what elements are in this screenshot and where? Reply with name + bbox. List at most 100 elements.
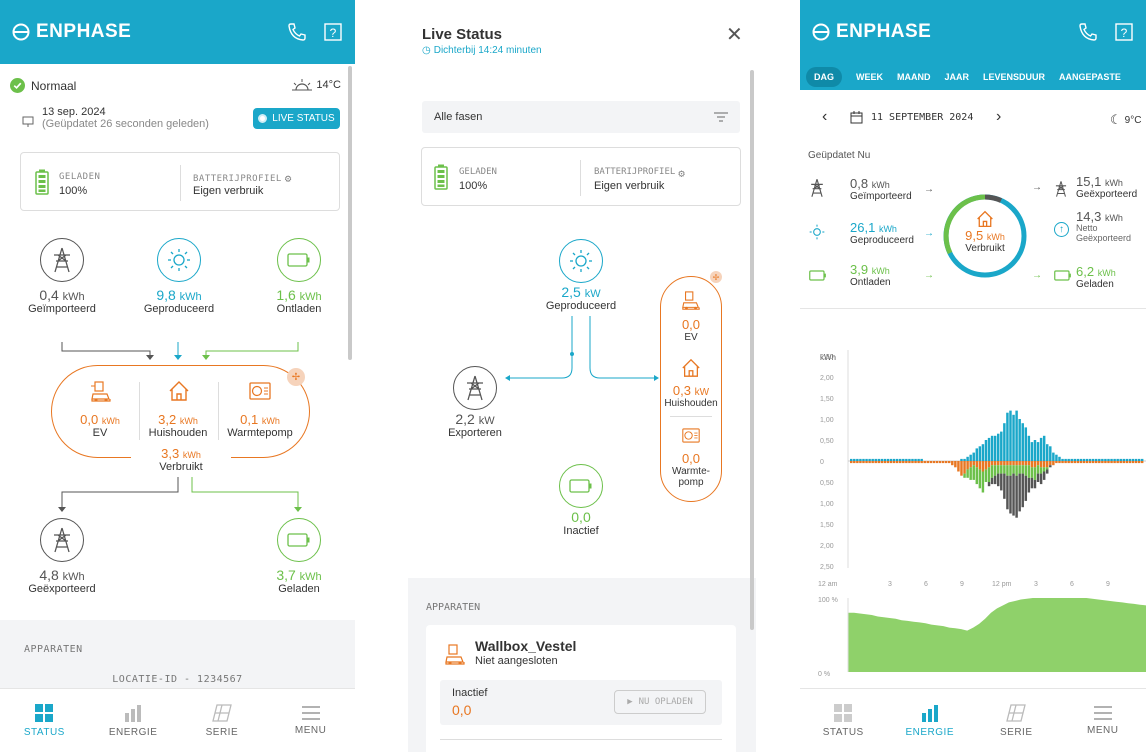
nav-menu[interactable]: MENU bbox=[1060, 689, 1146, 752]
scrollbar[interactable] bbox=[348, 66, 352, 360]
bar-consumed bbox=[859, 461, 862, 464]
grid-node[interactable] bbox=[453, 366, 497, 410]
bar-consumed bbox=[1064, 461, 1067, 464]
y-tick-label: 0 bbox=[820, 459, 824, 466]
nav-series[interactable]: SERIE bbox=[178, 689, 267, 752]
tab-day[interactable]: DAG bbox=[806, 67, 842, 87]
grid-import-node[interactable] bbox=[40, 238, 84, 282]
bar-produced bbox=[856, 458, 859, 461]
bar-consumed bbox=[895, 461, 899, 464]
bar-consumed bbox=[932, 461, 936, 464]
bar-charged bbox=[987, 467, 991, 482]
live-produced-label: Geproduceerd bbox=[545, 300, 617, 312]
bar-produced bbox=[997, 433, 1000, 461]
bar-consumed bbox=[938, 461, 942, 464]
grid-export-node[interactable] bbox=[40, 518, 84, 562]
heatpump-icon bbox=[682, 428, 700, 443]
bar-consumed bbox=[1006, 461, 1009, 466]
bar-produced bbox=[1036, 442, 1040, 461]
bar-consumed bbox=[948, 461, 951, 464]
device-name: Wallbox_Vestel bbox=[475, 638, 577, 654]
battery-charge-node[interactable] bbox=[277, 518, 321, 562]
nav-energy[interactable]: ENERGIE bbox=[887, 689, 974, 752]
bar-consumed bbox=[1033, 461, 1037, 468]
phone-icon[interactable] bbox=[1078, 22, 1098, 42]
device-card[interactable]: Wallbox_Vestel Niet aangesloten Inactief… bbox=[426, 625, 736, 752]
bar-charged bbox=[969, 467, 972, 480]
bar-consumed bbox=[993, 461, 997, 466]
bar-charged bbox=[975, 467, 979, 485]
bar-consumed bbox=[981, 461, 985, 472]
bar-chart-icon bbox=[125, 705, 142, 722]
tab-week[interactable]: WEEK bbox=[856, 72, 883, 82]
help-icon[interactable]: ? bbox=[1114, 22, 1134, 42]
bar-consumed bbox=[1128, 461, 1132, 464]
calendar-icon bbox=[850, 111, 863, 124]
battery-discharge-node[interactable] bbox=[277, 238, 321, 282]
bar-produced bbox=[1000, 431, 1003, 461]
bar-consumed bbox=[1082, 461, 1086, 464]
solar-node[interactable] bbox=[559, 239, 603, 283]
bar-produced bbox=[1024, 427, 1028, 461]
nav-menu[interactable]: MENU bbox=[266, 689, 355, 752]
sun-icon bbox=[809, 224, 825, 240]
bar-consumed bbox=[972, 461, 975, 466]
bar-exported bbox=[1021, 473, 1024, 508]
charge-now-button[interactable]: ▶ NU OPLADEN bbox=[614, 690, 706, 714]
bar-consumed bbox=[951, 461, 954, 466]
nav-status[interactable]: STATUS bbox=[0, 689, 89, 752]
bar-produced bbox=[1049, 446, 1052, 461]
nav-series[interactable]: SERIE bbox=[973, 689, 1060, 752]
next-day-icon[interactable]: › bbox=[996, 108, 1001, 126]
bar-charged bbox=[978, 469, 982, 489]
bar-consumed bbox=[856, 461, 859, 464]
bar-produced bbox=[987, 437, 991, 461]
bar-consumed bbox=[929, 461, 933, 464]
bar-charged bbox=[981, 471, 985, 493]
bar-produced bbox=[889, 458, 893, 461]
bar-consumed bbox=[886, 461, 890, 464]
tab-year[interactable]: JAAR bbox=[945, 72, 970, 82]
bar-produced bbox=[1061, 458, 1064, 461]
bar-charged bbox=[1036, 465, 1040, 474]
battery-node[interactable] bbox=[559, 464, 603, 508]
discharged-label: Ontladen bbox=[276, 303, 322, 315]
bar-charged bbox=[993, 465, 997, 476]
ev-charger-icon bbox=[682, 291, 700, 310]
battery-soc-chart[interactable]: 100 % 0 % bbox=[800, 592, 1146, 682]
scrollbar[interactable] bbox=[750, 70, 754, 630]
bar-produced bbox=[1079, 458, 1083, 461]
solar-node[interactable] bbox=[157, 238, 201, 282]
y-tick-label: 1,50 bbox=[820, 396, 834, 403]
bar-exported bbox=[1006, 475, 1009, 510]
sun-icon bbox=[168, 249, 190, 271]
x-tick-label: 6 bbox=[1070, 581, 1074, 588]
energy-panel: ENPHASE ? DAG WEEK MAAND JAAR LEVENSDUUR… bbox=[800, 0, 1146, 752]
bar-consumed bbox=[1052, 461, 1055, 466]
nav-status[interactable]: STATUS bbox=[800, 689, 887, 752]
produced-value: 9,8 bbox=[156, 287, 176, 303]
date-picker[interactable]: 11 SEPTEMBER 2024 bbox=[850, 111, 973, 124]
tab-custom[interactable]: AANGEPASTE bbox=[1059, 72, 1121, 82]
live-house-value: 0,3 bbox=[672, 383, 691, 398]
bar-produced bbox=[972, 452, 975, 461]
e-exported-value: 15,1 bbox=[1076, 174, 1102, 189]
bar-produced bbox=[1015, 410, 1018, 461]
heatpump-icon bbox=[249, 382, 271, 400]
power-tower-icon bbox=[1055, 181, 1067, 197]
bar-produced bbox=[1027, 435, 1031, 461]
prev-day-icon[interactable]: ‹ bbox=[822, 108, 827, 126]
bar-produced bbox=[1140, 458, 1144, 461]
ev-value: 0,0 bbox=[80, 412, 99, 427]
bar-produced bbox=[1101, 458, 1104, 461]
bar-charged bbox=[1033, 467, 1037, 480]
bar-produced bbox=[911, 458, 914, 461]
tab-month[interactable]: MAAND bbox=[897, 72, 931, 82]
bar-consumed bbox=[969, 461, 972, 468]
energy-bar-chart[interactable]: kWh2,502,001,501,000,5000,501,001,502,00… bbox=[800, 340, 1146, 600]
nav-energy[interactable]: ENERGIE bbox=[89, 689, 178, 752]
y-tick-label: 0,50 bbox=[820, 438, 834, 445]
tab-lifetime[interactable]: LEVENSDUUR bbox=[983, 72, 1045, 82]
bar-charged bbox=[1024, 465, 1028, 476]
bar-consumed bbox=[920, 461, 923, 464]
